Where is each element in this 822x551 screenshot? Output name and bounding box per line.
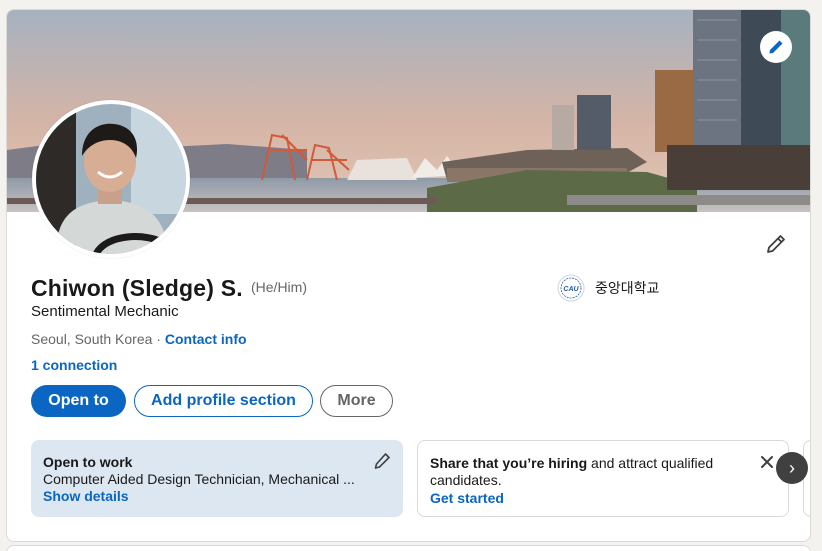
show-details-link[interactable]: Show details	[43, 488, 129, 504]
svg-text:CAU: CAU	[563, 286, 579, 293]
add-profile-section-button[interactable]: Add profile section	[134, 385, 313, 417]
connections-link[interactable]: 1 connection	[31, 357, 117, 373]
more-button[interactable]: More	[320, 385, 393, 417]
next-section-card	[6, 545, 811, 551]
school-entry[interactable]: CAU 중앙대학교	[557, 274, 659, 302]
hiring-card: Share that you’re hiring and attract qua…	[417, 440, 789, 517]
separator: ·	[152, 331, 165, 347]
contact-info-link[interactable]: Contact info	[165, 331, 247, 347]
open-to-work-description: Computer Aided Design Technician, Mechan…	[43, 471, 355, 487]
chevron-right-icon[interactable]: ›	[776, 452, 808, 484]
hiring-text: Share that you’re hiring and attract qua…	[430, 455, 714, 488]
edit-banner-button[interactable]	[760, 31, 792, 63]
get-started-link[interactable]: Get started	[430, 490, 504, 506]
next-card-peek	[803, 440, 810, 517]
profile-name: Chiwon (Sledge) S.	[31, 275, 243, 301]
pronouns: (He/Him)	[251, 279, 307, 295]
pencil-icon[interactable]	[373, 452, 391, 470]
pencil-icon	[767, 235, 785, 253]
pencil-icon	[769, 40, 783, 54]
edit-profile-button[interactable]	[762, 230, 790, 258]
open-to-button[interactable]: Open to	[31, 385, 126, 417]
open-to-work-card: Open to work Computer Aided Design Techn…	[31, 440, 403, 517]
headline: Sentimental Mechanic	[31, 303, 179, 320]
location: Seoul, South Korea	[31, 331, 153, 347]
avatar[interactable]	[32, 100, 190, 258]
school-name: 중앙대학교	[595, 280, 660, 296]
open-to-work-title: Open to work	[43, 454, 133, 470]
location-row: Seoul, South Korea · Contact info	[31, 331, 247, 347]
profile-card: Chiwon (Sledge) S. (He/Him) Sentimental …	[6, 9, 811, 542]
close-icon[interactable]	[758, 453, 776, 471]
school-logo: CAU	[557, 274, 585, 302]
